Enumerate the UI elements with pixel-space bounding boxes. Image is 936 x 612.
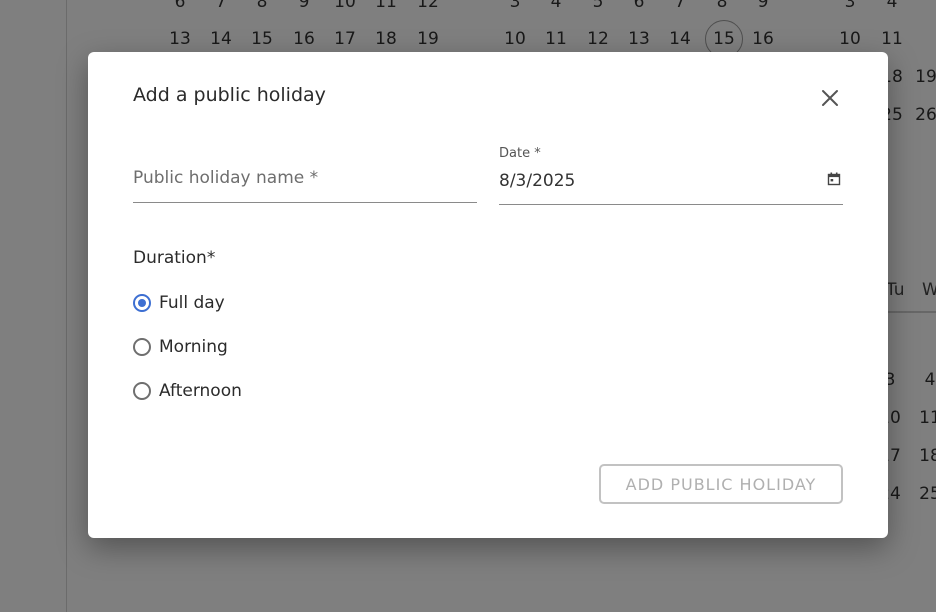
add-public-holiday-dialog: Add a public holiday Date * 8/3/2025 Dur… (88, 52, 888, 538)
date-field[interactable]: 8/3/2025 (499, 164, 843, 205)
date-label: Date * (499, 146, 541, 161)
radio-afternoon[interactable]: Afternoon (133, 379, 242, 403)
public-holiday-name-input[interactable] (133, 168, 477, 188)
dialog-title: Add a public holiday (133, 84, 326, 106)
public-holiday-name-field (133, 160, 477, 203)
radio-button[interactable] (133, 338, 151, 356)
close-icon (822, 90, 838, 106)
radio-label: Afternoon (159, 381, 242, 401)
radio-morning[interactable]: Morning (133, 335, 228, 359)
date-input[interactable]: 8/3/2025 (499, 171, 575, 191)
calendar-icon[interactable] (827, 172, 841, 186)
radio-button[interactable] (133, 382, 151, 400)
radio-label: Full day (159, 293, 225, 313)
radio-button-checked[interactable] (133, 294, 151, 312)
radio-full-day[interactable]: Full day (133, 291, 225, 315)
radio-label: Morning (159, 337, 228, 357)
close-button[interactable] (818, 86, 842, 110)
duration-label: Duration* (133, 248, 216, 268)
add-public-holiday-button[interactable]: ADD PUBLIC HOLIDAY (599, 464, 843, 504)
